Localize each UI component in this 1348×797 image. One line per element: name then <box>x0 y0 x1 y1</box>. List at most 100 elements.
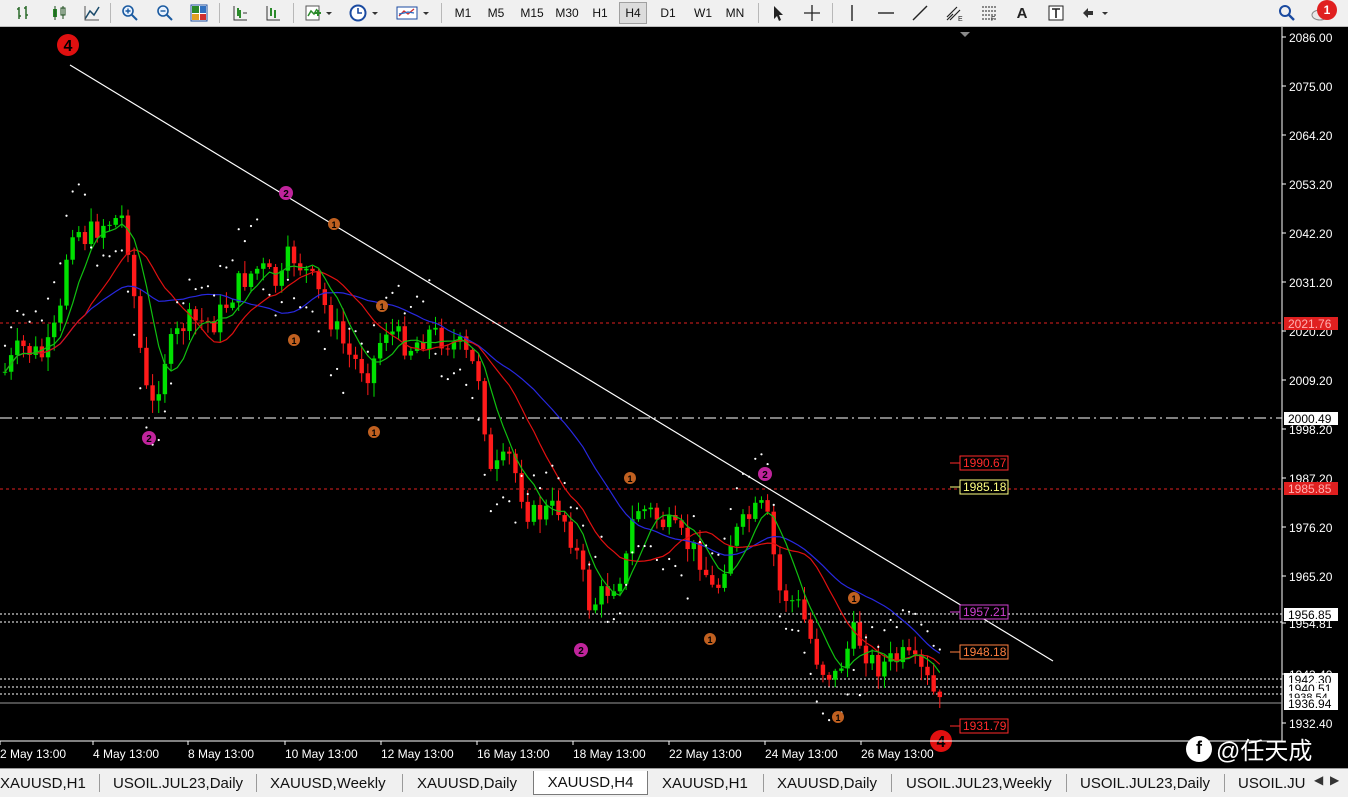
time-tick: 18 May 13:00 <box>573 747 646 761</box>
time-tick: 26 May 13:00 <box>861 747 934 761</box>
candle-body <box>500 451 506 461</box>
chart-shift-icon[interactable] <box>228 2 252 24</box>
zoom-out-icon[interactable] <box>153 2 177 24</box>
candle-body <box>199 320 204 322</box>
sar-dot <box>120 249 123 252</box>
sar-dot <box>901 609 905 612</box>
horizontal-line-icon[interactable] <box>874 2 898 24</box>
candle-body <box>64 259 69 306</box>
sar-dot <box>766 462 769 466</box>
wave-marker: 1 <box>704 633 716 645</box>
sar-dot <box>133 333 136 336</box>
candle-body <box>476 361 481 382</box>
sar-dot <box>661 568 665 571</box>
sar-dot <box>705 544 708 547</box>
tab-xauusd-h1-2[interactable]: XAUUSD,H1 <box>662 771 748 795</box>
candle-body <box>52 322 57 338</box>
timeframe-m5[interactable]: M5 <box>483 2 509 24</box>
candle-body <box>857 622 863 646</box>
line-chart-icon[interactable] <box>80 2 104 24</box>
vertical-line-icon[interactable] <box>840 2 864 24</box>
candle-body <box>839 668 844 671</box>
periods-clock-icon[interactable] <box>346 2 382 24</box>
timeframe-h4[interactable]: H4 <box>619 2 647 24</box>
candle-body <box>138 296 143 348</box>
sar-dot <box>3 344 7 347</box>
equidistant-channel-icon[interactable]: E <box>942 2 968 24</box>
autoscroll-icon[interactable] <box>261 2 285 24</box>
svg-text:2: 2 <box>146 434 152 445</box>
chart-label: 1990.67 <box>963 456 1007 470</box>
sar-dot <box>329 374 333 377</box>
candle-body <box>58 305 63 323</box>
timeframe-h1[interactable]: H1 <box>587 2 613 24</box>
timeframe-d1[interactable]: D1 <box>655 2 681 24</box>
candle-body <box>703 569 709 576</box>
candle-body <box>254 268 260 274</box>
tab-scroll-right-icon[interactable]: ▶ <box>1330 773 1339 787</box>
svg-text:1: 1 <box>291 336 296 346</box>
sar-dot <box>243 240 246 243</box>
price-chart[interactable]: 2086.00 2075.00 2064.20 2053.20 2042.20 … <box>0 27 1348 768</box>
tab-xauusd-daily[interactable]: XAUUSD,Daily <box>417 771 517 795</box>
sar-dot <box>489 510 492 513</box>
price-tick: 2053.20 <box>1289 178 1333 192</box>
sar-dot <box>268 293 271 296</box>
crosshair-icon[interactable] <box>800 2 824 24</box>
zoom-in-icon[interactable] <box>118 2 142 24</box>
candle-body <box>359 358 364 374</box>
tab-scroll-left-icon[interactable]: ◀ <box>1314 773 1323 787</box>
sar-dot <box>545 471 548 474</box>
bar-chart-icon[interactable] <box>12 2 36 24</box>
sar-dot <box>692 515 695 518</box>
arrows-dropdown-icon[interactable] <box>1078 2 1114 24</box>
text-tool-icon[interactable]: A <box>1010 2 1034 24</box>
sar-dot <box>90 246 93 249</box>
sar-dot <box>446 377 449 381</box>
candle-body <box>242 273 248 287</box>
sar-dot <box>538 486 542 490</box>
candle-body <box>746 514 752 519</box>
tab-xauusd-daily-2[interactable]: XAUUSD,Daily <box>777 771 877 795</box>
price-axis: 2086.00 2075.00 2064.20 2053.20 2042.20 … <box>1282 31 1333 731</box>
tab-xauusd-h4[interactable]: XAUUSD,H4 <box>533 771 648 795</box>
notification-badge: 1 <box>1317 0 1337 20</box>
search-icon[interactable] <box>1276 2 1298 24</box>
timeframe-mn[interactable]: MN <box>721 2 749 24</box>
tile-windows-icon[interactable] <box>187 2 211 24</box>
tab-usoil-partial[interactable]: USOIL.JU <box>1238 771 1306 795</box>
tab-usoil-daily[interactable]: USOIL.JUL23,Daily <box>113 771 243 795</box>
timeframe-w1[interactable]: W1 <box>690 2 716 24</box>
candle-body <box>322 289 327 306</box>
candle-body <box>273 267 278 286</box>
sar-dot <box>59 262 62 265</box>
sar-dot <box>895 625 898 629</box>
indicators-dropdown-icon[interactable] <box>302 2 336 24</box>
tab-xauusd-weekly[interactable]: XAUUSD,Weekly <box>270 771 386 795</box>
text-label-icon[interactable] <box>1044 2 1068 24</box>
timeframe-m15[interactable]: M15 <box>516 2 548 24</box>
trendline-icon[interactable] <box>908 2 932 24</box>
sar-dot <box>600 535 603 538</box>
sar-dot <box>846 693 849 696</box>
tab-usoil-weekly[interactable]: USOIL.JUL23,Weekly <box>906 771 1052 795</box>
candlestick-icon[interactable] <box>47 2 71 24</box>
cursor-icon[interactable] <box>766 2 790 24</box>
candle-body <box>820 664 826 675</box>
sar-dot <box>385 296 388 299</box>
tab-xauusd-h1[interactable]: XAUUSD,H1 <box>0 771 86 795</box>
sar-dot <box>557 477 560 480</box>
sar-dot <box>452 372 456 375</box>
fibonacci-icon[interactable]: F <box>977 2 1001 24</box>
sar-dot <box>188 278 191 281</box>
sar-dot <box>883 629 886 632</box>
sar-dot <box>157 438 160 442</box>
candle-body <box>347 343 352 355</box>
templates-icon[interactable] <box>393 2 433 24</box>
timeframe-m1[interactable]: M1 <box>450 2 476 24</box>
timeframe-m30[interactable]: M30 <box>551 2 583 24</box>
candle-body <box>802 599 807 620</box>
sar-dot <box>280 301 283 304</box>
tab-usoil-daily-2[interactable]: USOIL.JUL23,Daily <box>1080 771 1210 795</box>
time-tick: 4 May 13:00 <box>93 747 159 761</box>
